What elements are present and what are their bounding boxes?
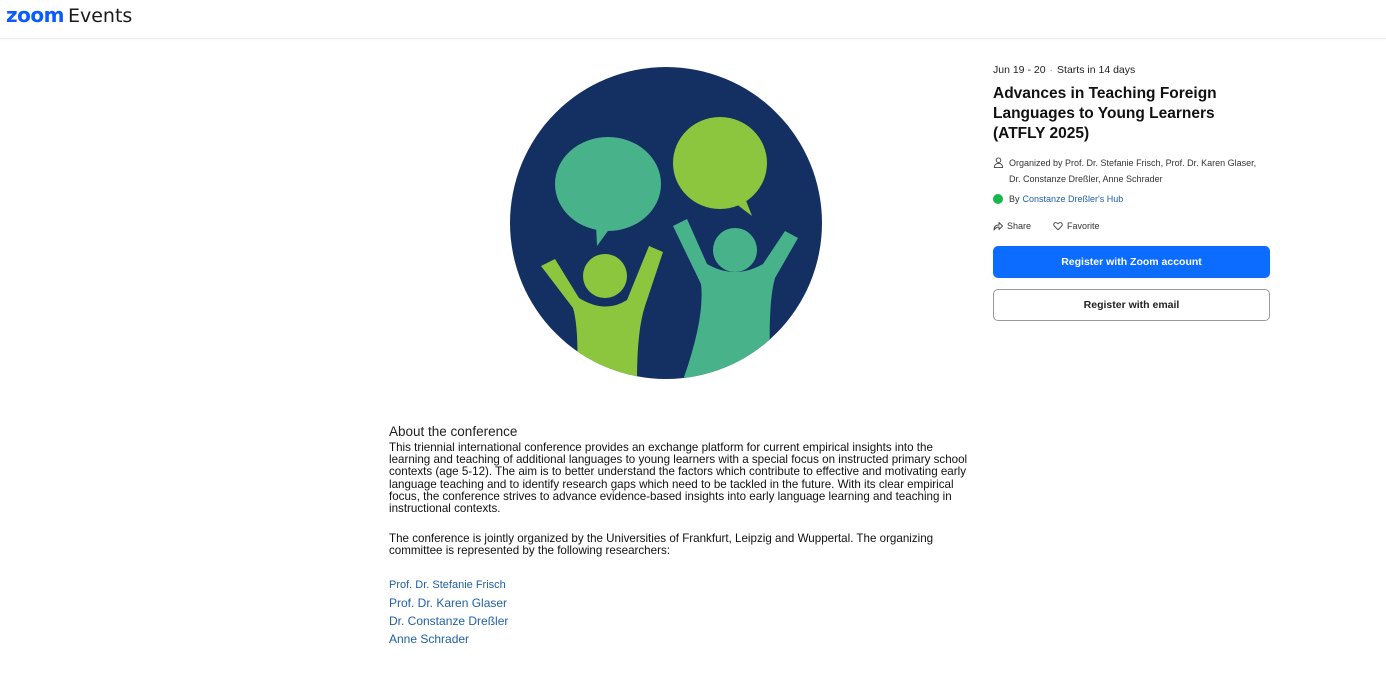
researcher-link[interactable]: Dr. Constanze Dreßler <box>389 612 974 630</box>
share-label: Share <box>1007 221 1032 231</box>
about-paragraph-2: The conference is jointly organized by t… <box>389 532 934 558</box>
researcher-link[interactable]: Prof. Dr. Stefanie Frisch <box>389 576 974 594</box>
share-button[interactable]: Share <box>993 221 1031 231</box>
event-logo-image <box>509 66 823 380</box>
organizer-text: Organized by Prof. Dr. Stefanie Frisch, … <box>1009 158 1257 184</box>
favorite-button[interactable]: Favorite <box>1053 221 1100 231</box>
date-separator: · <box>1049 64 1054 76</box>
register-zoom-button[interactable]: Register with Zoom account <box>993 246 1270 278</box>
register-email-button[interactable]: Register with email <box>993 289 1270 321</box>
about-heading: About the conference <box>389 424 518 439</box>
heart-icon <box>1053 222 1063 231</box>
event-sidebar: Jun 19 - 20 · Starts in 14 days Advances i… <box>993 64 1270 321</box>
researcher-list: Prof. Dr. Stefanie Frisch Prof. Dr. Kare… <box>389 576 974 648</box>
about-section: About the conference This triennial inte… <box>389 424 974 648</box>
logo-zoom-text: zoom <box>6 3 64 27</box>
logo-events-text: Events <box>67 5 133 27</box>
person-icon <box>993 157 1004 168</box>
hub-link[interactable]: Constanze Dreßler's Hub <box>1023 194 1124 204</box>
researcher-link[interactable]: Prof. Dr. Karen Glaser <box>389 594 974 612</box>
researcher-link[interactable]: Anne Schrader <box>389 630 974 648</box>
hub-prefix: By <box>1009 194 1020 204</box>
speech-bubbles-people-illustration <box>510 67 822 379</box>
event-date: Jun 19 - 20 <box>993 64 1046 76</box>
event-date-line: Jun 19 - 20 · Starts in 14 days <box>993 64 1270 76</box>
favorite-label: Favorite <box>1067 221 1100 231</box>
organizer-row: Organized by Prof. Dr. Stefanie Frisch, … <box>993 155 1270 187</box>
hub-row: By Constanze Dreßler's Hub <box>993 194 1270 204</box>
zoom-events-logo[interactable]: zoom Events <box>6 3 132 27</box>
share-icon <box>993 222 1003 231</box>
action-row: Share Favorite <box>993 221 1270 231</box>
about-paragraph-1: This triennial international conference … <box>389 441 968 516</box>
top-nav-bar: zoom Events <box>0 0 1386 39</box>
starts-in: Starts in 14 days <box>1057 64 1136 76</box>
event-title: Advances in Teaching Foreign Languages t… <box>993 85 1217 142</box>
hub-status-dot <box>993 194 1003 204</box>
